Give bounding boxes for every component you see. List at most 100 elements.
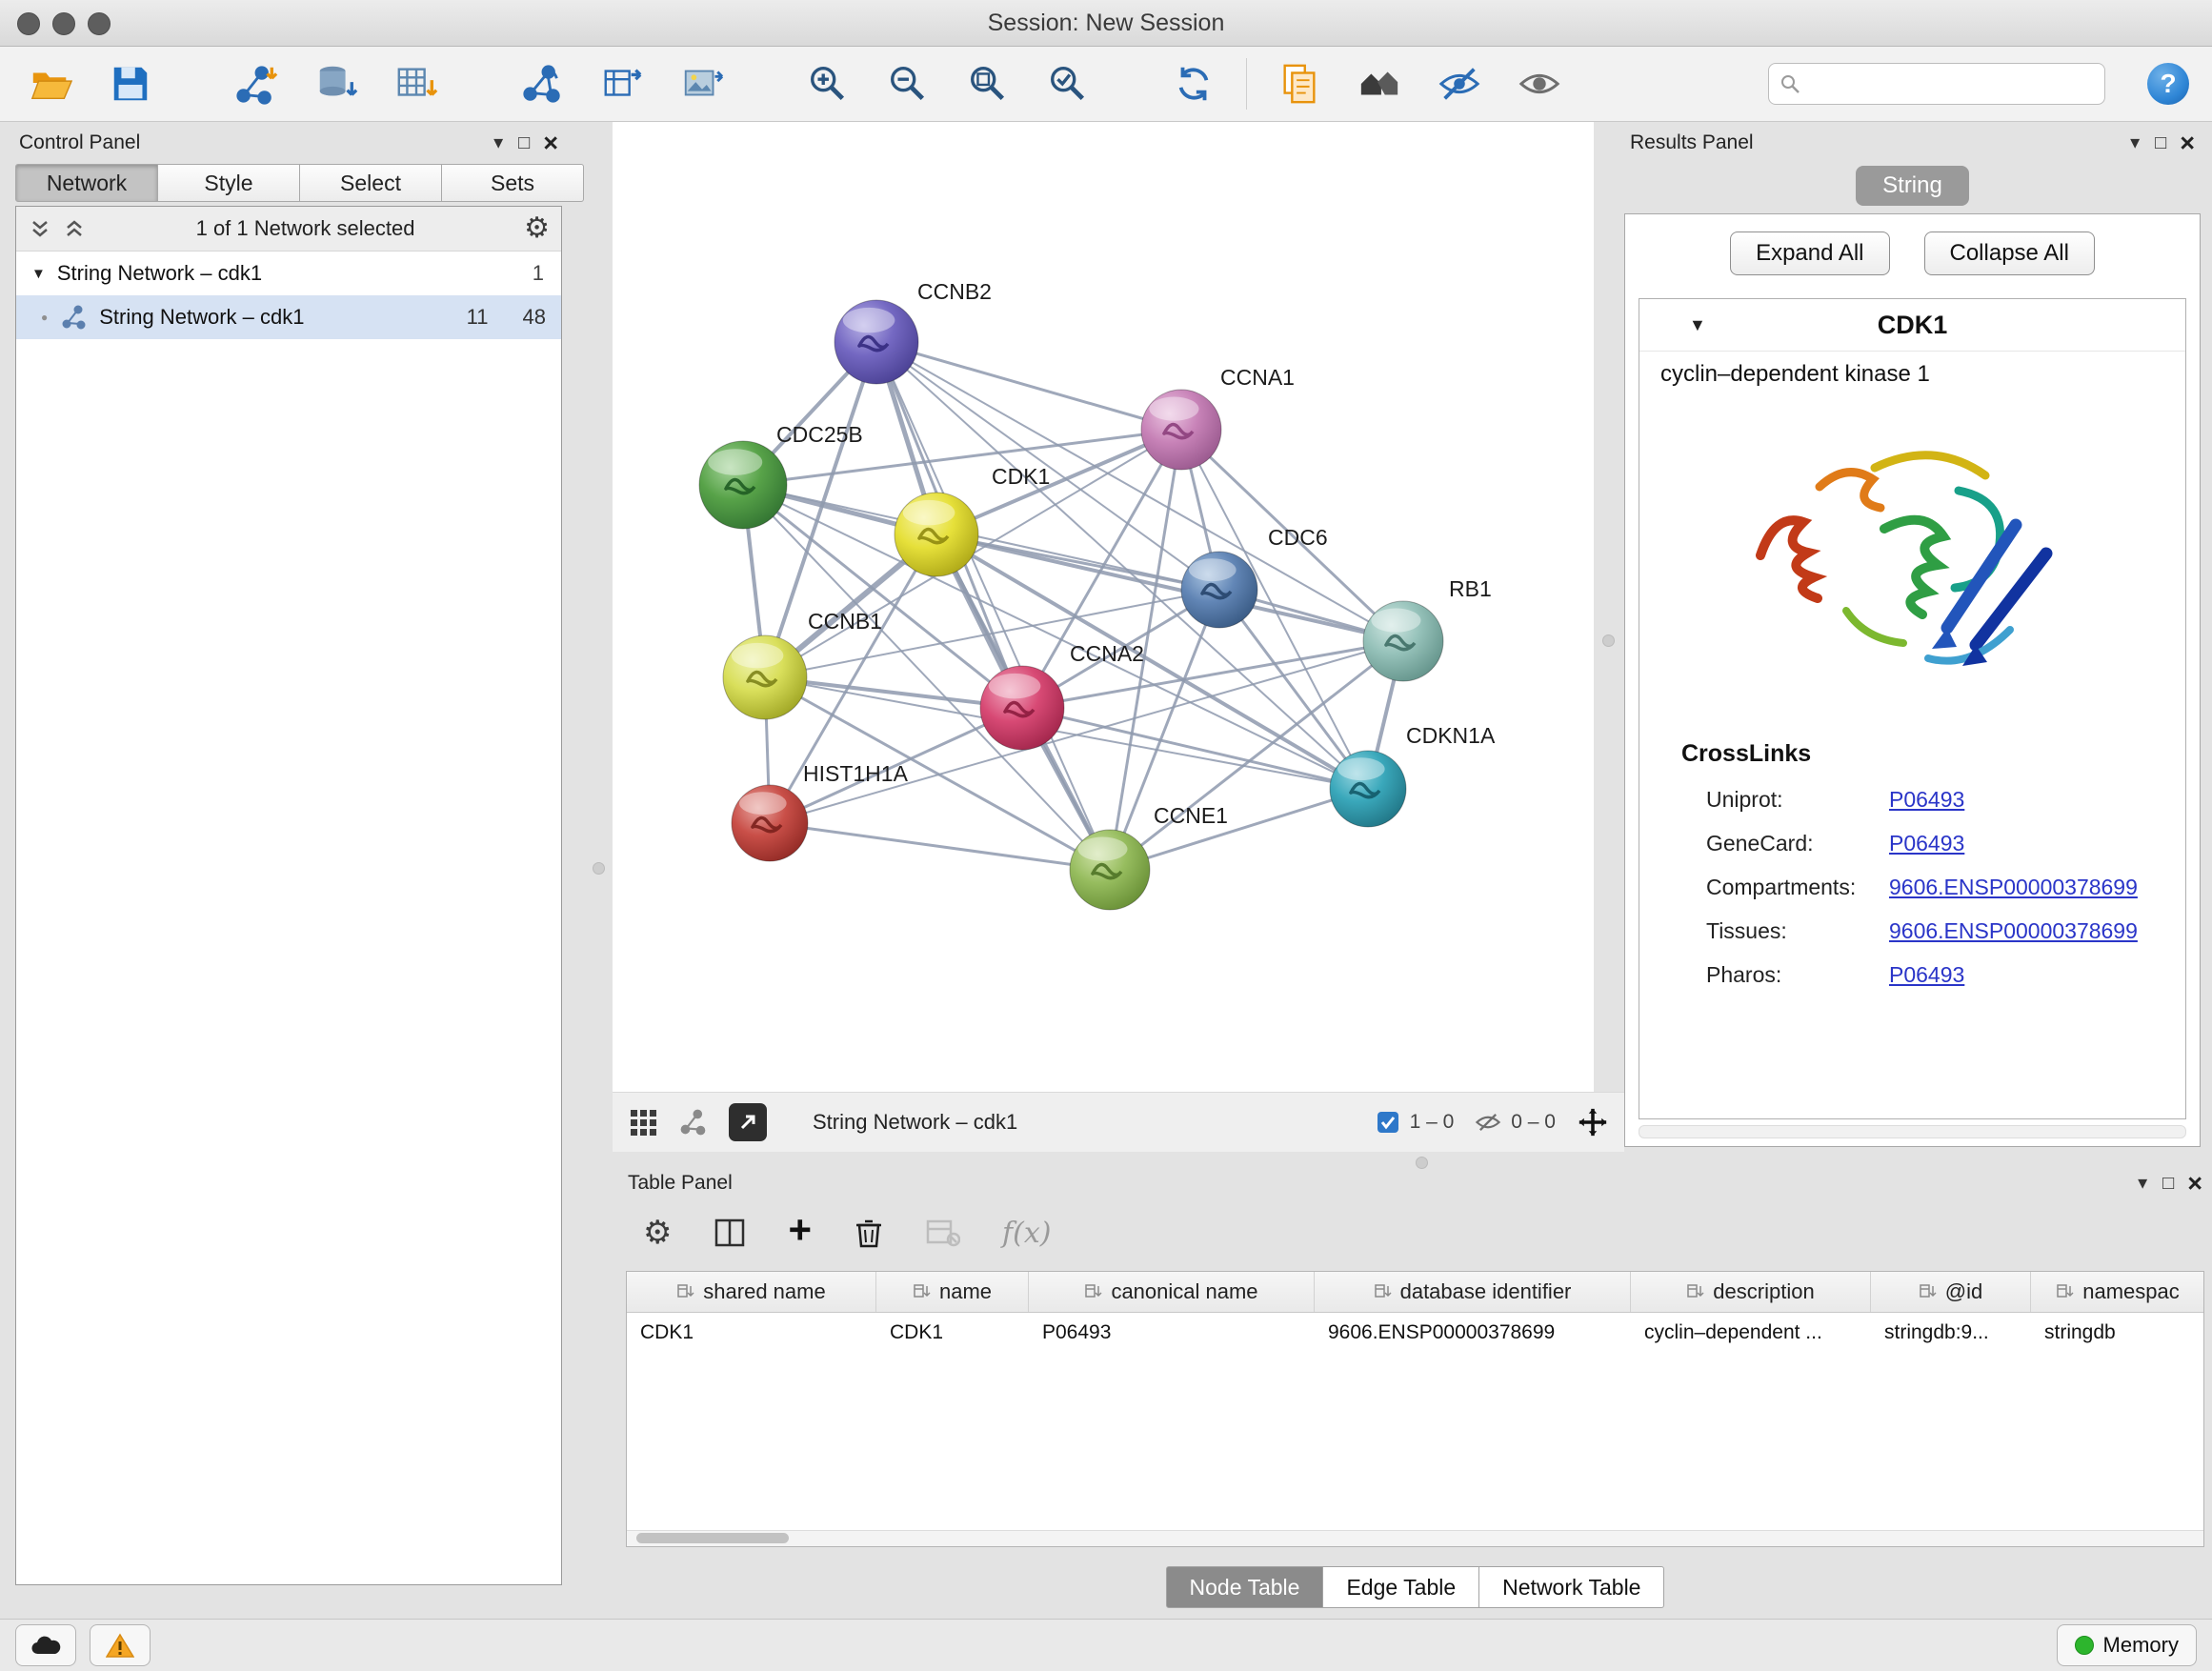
add-column-icon[interactable]: +: [788, 1210, 812, 1250]
right-splitter-handle[interactable]: [1602, 634, 1615, 647]
table-cell[interactable]: 9606.ENSP00000378699: [1315, 1313, 1631, 1353]
section-disclosure-icon[interactable]: ▼: [1689, 315, 1706, 335]
table-cell[interactable]: P06493: [1029, 1313, 1315, 1353]
edge-CCNB2-CCNA1[interactable]: [876, 342, 1181, 430]
zoom-fit-button[interactable]: [960, 56, 1016, 111]
column-header[interactable]: shared name: [627, 1272, 876, 1312]
columns-icon[interactable]: [714, 1217, 746, 1249]
table-cell[interactable]: stringdb:9...: [1871, 1313, 2031, 1353]
import-table-button[interactable]: [389, 56, 444, 111]
network-overview-icon[interactable]: [679, 1108, 708, 1137]
collapse-all-icon[interactable]: [28, 216, 52, 241]
birdseye-view-button[interactable]: [729, 1103, 767, 1141]
search-input[interactable]: [1809, 70, 2095, 97]
column-header[interactable]: database identifier: [1315, 1272, 1631, 1312]
checkbox-icon[interactable]: [1376, 1110, 1400, 1135]
zoom-window-button[interactable]: [88, 12, 111, 35]
panel-close-icon[interactable]: ×: [543, 131, 558, 156]
zoom-selected-button[interactable]: [1040, 56, 1096, 111]
column-header[interactable]: name: [876, 1272, 1029, 1312]
panel-menu-icon[interactable]: ▾: [2138, 1174, 2147, 1193]
import-network-from-file-button[interactable]: [229, 56, 284, 111]
tab-string[interactable]: String: [1856, 166, 1969, 206]
eye-slash-button[interactable]: [1432, 56, 1487, 111]
tab-sets[interactable]: Sets: [442, 164, 584, 202]
grid-view-icon[interactable]: [628, 1107, 658, 1137]
panel-menu-icon[interactable]: ▾: [2130, 133, 2140, 152]
save-session-button[interactable]: [103, 56, 158, 111]
table-cell[interactable]: stringdb: [2031, 1313, 2204, 1353]
table-settings-gear-icon[interactable]: ⚙: [643, 1217, 672, 1249]
network-graph[interactable]: CCNB2CCNA1CDC25BCDK1CDC6RB1CCNB1CCNA2CDK…: [613, 122, 1594, 1092]
network-collection-row[interactable]: ▼ String Network – cdk1 1: [16, 252, 561, 295]
open-session-button[interactable]: [23, 56, 78, 111]
results-hscrollbar[interactable]: [1639, 1125, 2186, 1138]
hidden-eye-icon[interactable]: [1475, 1109, 1501, 1136]
scrollbar-thumb[interactable]: [636, 1533, 789, 1543]
column-header[interactable]: @id: [1871, 1272, 2031, 1312]
crosslink-row: GeneCard:P06493: [1639, 821, 2185, 865]
eye-button[interactable]: [1512, 56, 1567, 111]
expand-all-button[interactable]: Expand All: [1730, 232, 1889, 275]
refresh-button[interactable]: [1166, 56, 1221, 111]
network-row[interactable]: ● String Network – cdk1 11 48: [16, 295, 561, 339]
eye-icon: [1518, 62, 1561, 106]
pan-move-icon[interactable]: [1577, 1106, 1609, 1138]
edge-CCNB2-RB1[interactable]: [876, 342, 1403, 641]
panel-menu-icon[interactable]: ▾: [493, 133, 503, 152]
cloud-status-button[interactable]: [15, 1624, 76, 1666]
node-label-HIST1H1A: HIST1H1A: [803, 761, 909, 786]
bottom-splitter-handle[interactable]: [1416, 1157, 1428, 1169]
crosslink-label: Tissues:: [1706, 918, 1889, 944]
new-network-button[interactable]: [514, 56, 570, 111]
refresh-icon: [1172, 62, 1216, 106]
crosslink-value-link[interactable]: 9606.ENSP00000378699: [1889, 918, 2138, 944]
tab-edge-table[interactable]: Edge Table: [1323, 1566, 1479, 1608]
new-network-from-table-button[interactable]: [594, 56, 650, 111]
minimize-window-button[interactable]: [52, 12, 75, 35]
tab-style[interactable]: Style: [158, 164, 300, 202]
panel-close-icon[interactable]: ×: [2180, 131, 2195, 156]
column-header[interactable]: description: [1631, 1272, 1871, 1312]
network-view-canvas[interactable]: CCNB2CCNA1CDC25BCDK1CDC6RB1CCNB1CCNA2CDK…: [613, 122, 1594, 1092]
expand-all-icon[interactable]: [62, 216, 87, 241]
crosslink-value-link[interactable]: P06493: [1889, 787, 1964, 813]
import-network-from-database-button[interactable]: [309, 56, 364, 111]
gear-icon[interactable]: ⚙: [524, 214, 550, 243]
panel-float-icon[interactable]: □: [2162, 1174, 2174, 1193]
memory-button[interactable]: Memory: [2057, 1624, 2197, 1666]
table-cell[interactable]: cyclin–dependent ...: [1631, 1313, 1871, 1353]
table-hscrollbar[interactable]: [627, 1530, 2203, 1546]
disclosure-triangle-icon[interactable]: ▼: [31, 266, 46, 282]
tab-network[interactable]: Network: [15, 164, 158, 202]
zoom-in-button[interactable]: [800, 56, 855, 111]
panel-close-icon[interactable]: ×: [2187, 1171, 2202, 1197]
edge-CDK1-RB1[interactable]: [936, 534, 1403, 641]
panel-float-icon[interactable]: □: [2155, 133, 2166, 152]
panel-float-icon[interactable]: □: [518, 133, 530, 152]
zoom-out-button[interactable]: [880, 56, 935, 111]
table-cell[interactable]: CDK1: [627, 1313, 876, 1353]
table-row[interactable]: CDK1CDK1P064939606.ENSP00000378699cyclin…: [627, 1313, 2203, 1353]
column-header[interactable]: canonical name: [1029, 1272, 1315, 1312]
close-window-button[interactable]: [17, 12, 40, 35]
delete-column-trash-icon[interactable]: [854, 1217, 884, 1249]
crosslink-value-link[interactable]: 9606.ENSP00000378699: [1889, 875, 2138, 900]
tab-network-table[interactable]: Network Table: [1479, 1566, 1664, 1608]
edge-CDKN1A-CCNE1[interactable]: [1110, 789, 1368, 870]
collapse-all-button[interactable]: Collapse All: [1924, 232, 2095, 275]
export-image-button[interactable]: [674, 56, 730, 111]
copy-document-button[interactable]: [1272, 56, 1327, 111]
table-cell[interactable]: CDK1: [876, 1313, 1029, 1353]
edge-HIST1H1A-CCNE1[interactable]: [770, 823, 1110, 870]
crosslink-row: Uniprot:P06493: [1639, 777, 2185, 821]
column-header[interactable]: namespac: [2031, 1272, 2204, 1312]
tab-select[interactable]: Select: [300, 164, 442, 202]
warnings-button[interactable]: [90, 1624, 151, 1666]
left-splitter-handle[interactable]: [593, 862, 605, 875]
home-button[interactable]: [1352, 56, 1407, 111]
crosslink-value-link[interactable]: P06493: [1889, 962, 1964, 988]
tab-node-table[interactable]: Node Table: [1166, 1566, 1324, 1608]
help-button[interactable]: ?: [2147, 63, 2189, 105]
crosslink-value-link[interactable]: P06493: [1889, 831, 1964, 856]
